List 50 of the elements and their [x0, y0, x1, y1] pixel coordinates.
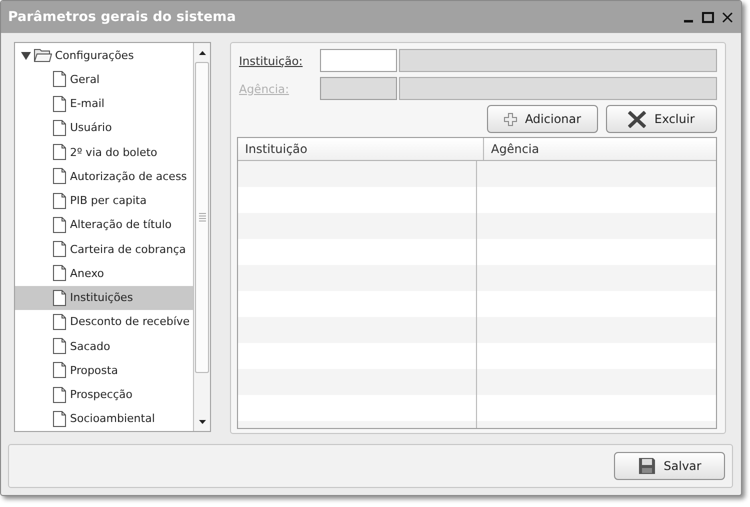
document-icon — [53, 314, 66, 330]
tree-item[interactable]: PIB per capita — [15, 188, 193, 213]
column-header[interactable]: Agência — [484, 138, 716, 160]
document-icon — [53, 265, 66, 282]
document-icon — [53, 386, 66, 403]
document-icon — [53, 192, 66, 209]
tree-item[interactable]: Configurações — [55, 48, 134, 62]
tree-item[interactable]: Carteira de cobrança — [15, 237, 193, 262]
tree-item[interactable]: Autorização de acess — [15, 164, 193, 188]
arrow-down-icon[interactable] — [198, 420, 206, 424]
caret-icon[interactable] — [21, 50, 31, 60]
document-icon — [53, 144, 66, 160]
column-header[interactable]: Instituição — [238, 138, 484, 160]
maximize-icon[interactable] — [702, 12, 714, 22]
tree-item[interactable]: Prospecção — [15, 382, 193, 407]
document-icon — [53, 410, 66, 427]
tree-item[interactable]: E-mail — [15, 92, 193, 116]
window-title: Parâmetros gerais do sistema — [8, 9, 237, 25]
code-input-field[interactable] — [320, 49, 397, 72]
tree-item[interactable]: Sacado — [15, 334, 193, 358]
document-icon — [53, 96, 66, 112]
document-icon — [53, 290, 66, 306]
tree-item[interactable]: Anexo — [15, 261, 193, 286]
tree-item[interactable]: Alteração de título — [15, 212, 193, 237]
tree-item[interactable]: Socioambiental — [15, 406, 193, 431]
x-icon — [628, 110, 646, 128]
delete-button[interactable]: Excluir — [606, 105, 717, 133]
field-label: Instituição: — [238, 54, 304, 68]
tree-item[interactable]: Instituições — [15, 286, 193, 310]
document-icon — [53, 216, 66, 233]
plus-icon — [504, 112, 517, 126]
tree-item[interactable]: Usuário — [15, 116, 193, 140]
save-button[interactable]: Salvar — [614, 452, 725, 480]
document-icon — [53, 362, 66, 378]
close-icon[interactable] — [722, 12, 733, 22]
document-icon — [53, 168, 66, 184]
tree-item[interactable]: Desconto de recebíve — [15, 310, 193, 334]
arrow-up-icon[interactable] — [198, 50, 206, 54]
grip-icon — [198, 213, 206, 222]
scrollbar[interactable] — [193, 43, 210, 431]
document-icon — [53, 338, 66, 354]
document-icon — [53, 120, 66, 136]
folder-icon — [34, 48, 52, 62]
add-button[interactable]: Adicionar — [487, 105, 598, 133]
tree-item[interactable]: Proposta — [15, 358, 193, 382]
document-icon — [53, 71, 66, 88]
tree-item[interactable]: 2º via do boleto — [15, 140, 193, 164]
tree-item[interactable]: Geral — [15, 67, 193, 92]
document-icon — [53, 241, 66, 258]
field-label: Agência: — [238, 82, 290, 96]
